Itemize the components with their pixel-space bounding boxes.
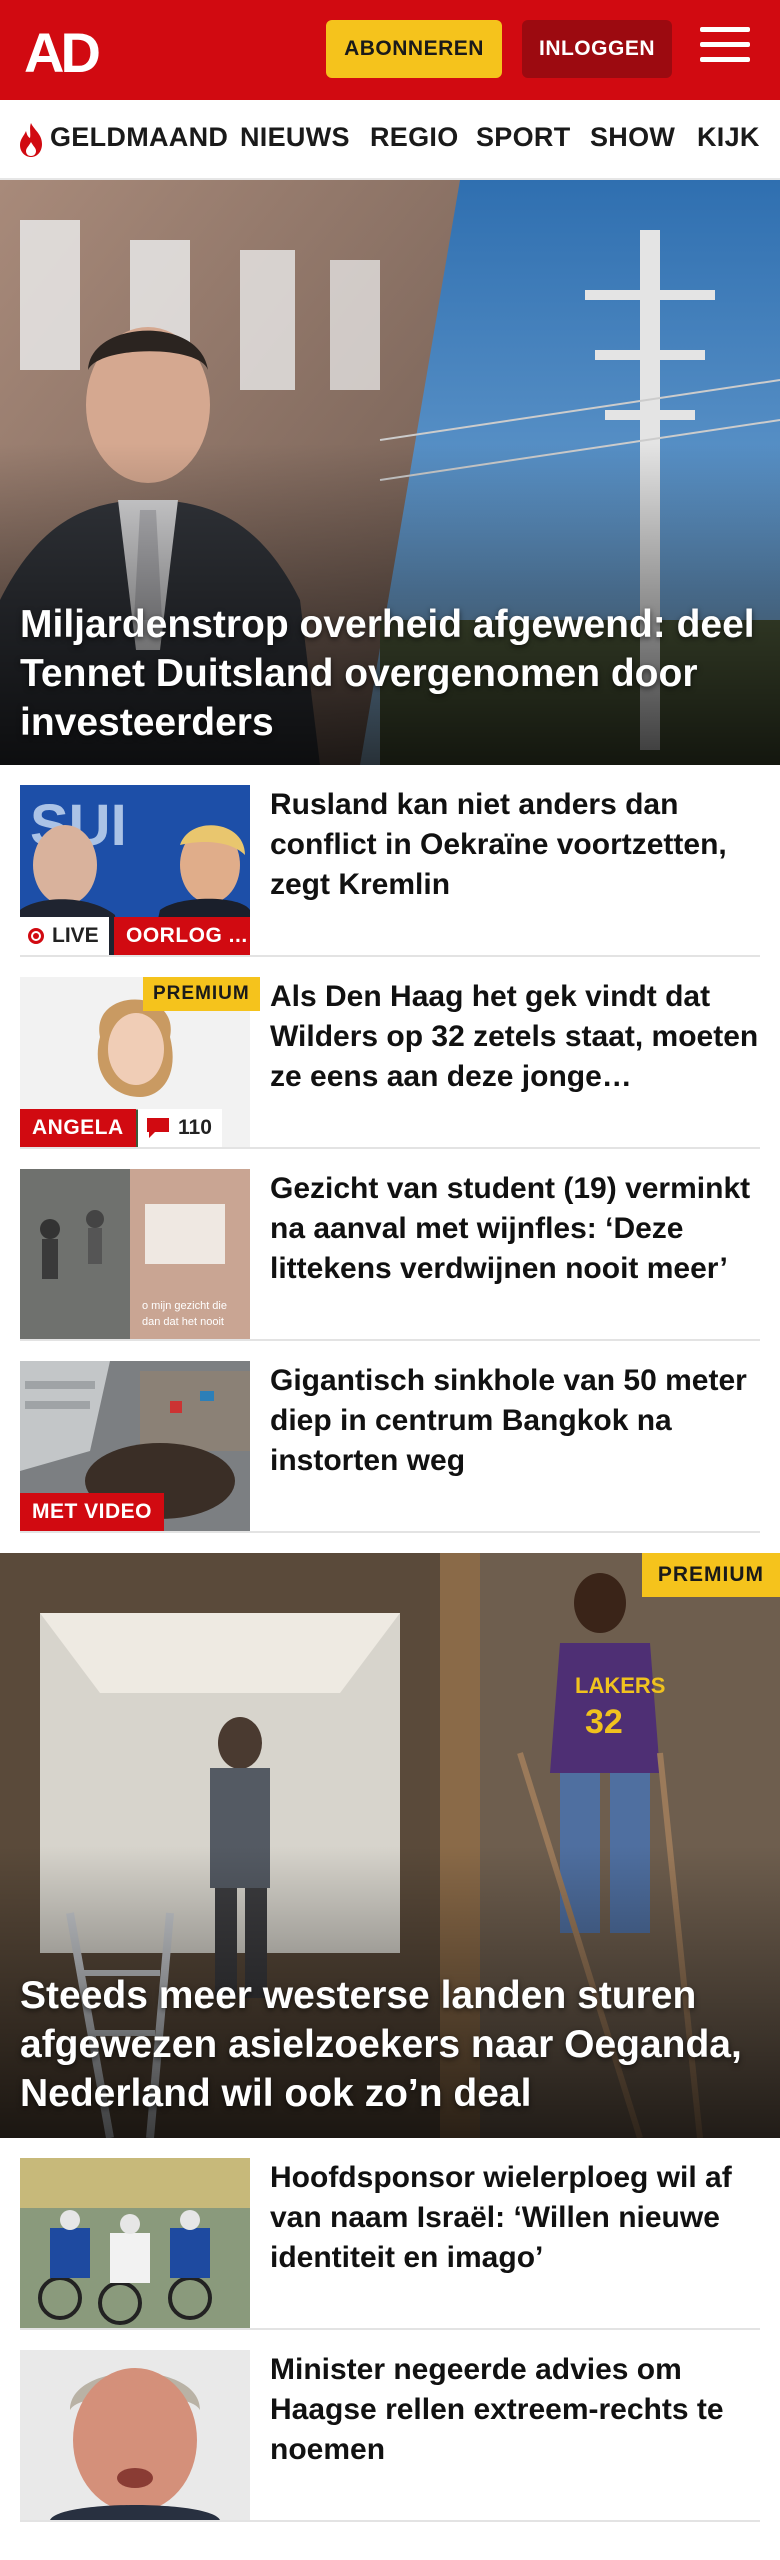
live-dot-icon bbox=[28, 928, 44, 944]
article-thumbnail: o mijn gezicht die dan dat het nooit bbox=[20, 1169, 250, 1339]
premium-badge: PREMIUM bbox=[143, 977, 260, 1011]
author-tag[interactable]: ANGELA bbox=[20, 1109, 136, 1147]
ad-logo[interactable]: AD bbox=[24, 26, 120, 76]
hero-article-oeganda[interactable]: LAKERS 32 PREMIUM Steeds meer westerse l… bbox=[0, 1553, 780, 2138]
article-card-kremlin[interactable]: SUI LIVE OORLOG ... Rusland kan niet and… bbox=[20, 765, 760, 957]
logo-text: AD bbox=[24, 26, 99, 76]
article-card-wilders[interactable]: PREMIUM ANGELA 110 Als Den Haag het gek … bbox=[20, 957, 760, 1149]
svg-text:dan dat het nooit: dan dat het nooit bbox=[142, 1316, 224, 1328]
category-tag[interactable]: OORLOG ... bbox=[114, 917, 250, 955]
premium-badge: PREMIUM bbox=[641, 1553, 780, 1597]
svg-text:o mijn gezicht die: o mijn gezicht die bbox=[142, 1300, 227, 1312]
video-tag[interactable]: MET VIDEO bbox=[20, 1493, 165, 1531]
nav-item-sport[interactable]: SPORT bbox=[476, 122, 571, 153]
article-title[interactable]: Gezicht van student (19) verminkt na aan… bbox=[270, 1169, 760, 1289]
comment-icon bbox=[147, 1118, 169, 1138]
article-card-sinkhole[interactable]: MET VIDEO Gigantisch sinkhole van 50 met… bbox=[20, 1341, 760, 1533]
hero-title[interactable]: Miljardenstrop overheid afgewend: deel T… bbox=[20, 600, 760, 747]
nav-item-kijk[interactable]: KIJK bbox=[697, 122, 760, 153]
comment-count[interactable]: 110 bbox=[138, 1109, 222, 1147]
live-badge: LIVE bbox=[20, 917, 109, 955]
top-header-bar: AD ABONNEREN INLOGGEN bbox=[0, 0, 780, 100]
nav-item-geldmaand[interactable]: GELDMAAND bbox=[50, 122, 228, 153]
article-thumbnail bbox=[20, 2350, 250, 2520]
article-card-wielerploeg[interactable]: Hoofdsponsor wielerploeg wil af van naam… bbox=[20, 2138, 760, 2330]
article-title[interactable]: Gigantisch sinkhole van 50 meter diep in… bbox=[270, 1361, 760, 1481]
hero-article-tennet[interactable]: Miljardenstrop overheid afgewend: deel T… bbox=[0, 180, 780, 765]
article-title[interactable]: Als Den Haag het gek vindt dat Wilders o… bbox=[270, 977, 760, 1097]
article-title[interactable]: Rusland kan niet anders dan conflict in … bbox=[270, 785, 760, 905]
article-card-student[interactable]: o mijn gezicht die dan dat het nooit Gez… bbox=[20, 1149, 760, 1341]
article-card-minister[interactable]: Minister negeerde advies om Haagse relle… bbox=[20, 2330, 760, 2522]
hero-title[interactable]: Steeds meer westerse landen sturen afgew… bbox=[20, 1971, 760, 2118]
article-title[interactable]: Hoofdsponsor wielerploeg wil af van naam… bbox=[270, 2158, 760, 2278]
article-thumbnail bbox=[20, 2158, 250, 2328]
section-nav: GELDMAAND NIEUWS REGIO SPORT SHOW KIJK bbox=[0, 100, 780, 180]
article-title[interactable]: Minister negeerde advies om Haagse relle… bbox=[270, 2350, 760, 2470]
nav-item-regio[interactable]: REGIO bbox=[370, 122, 459, 153]
nav-item-nieuws[interactable]: NIEUWS bbox=[240, 122, 350, 153]
subscribe-button[interactable]: ABONNEREN bbox=[326, 20, 502, 78]
flame-icon bbox=[20, 123, 42, 157]
nav-item-show[interactable]: SHOW bbox=[590, 122, 675, 153]
hamburger-menu-icon[interactable] bbox=[700, 27, 750, 71]
login-button[interactable]: INLOGGEN bbox=[522, 20, 672, 78]
